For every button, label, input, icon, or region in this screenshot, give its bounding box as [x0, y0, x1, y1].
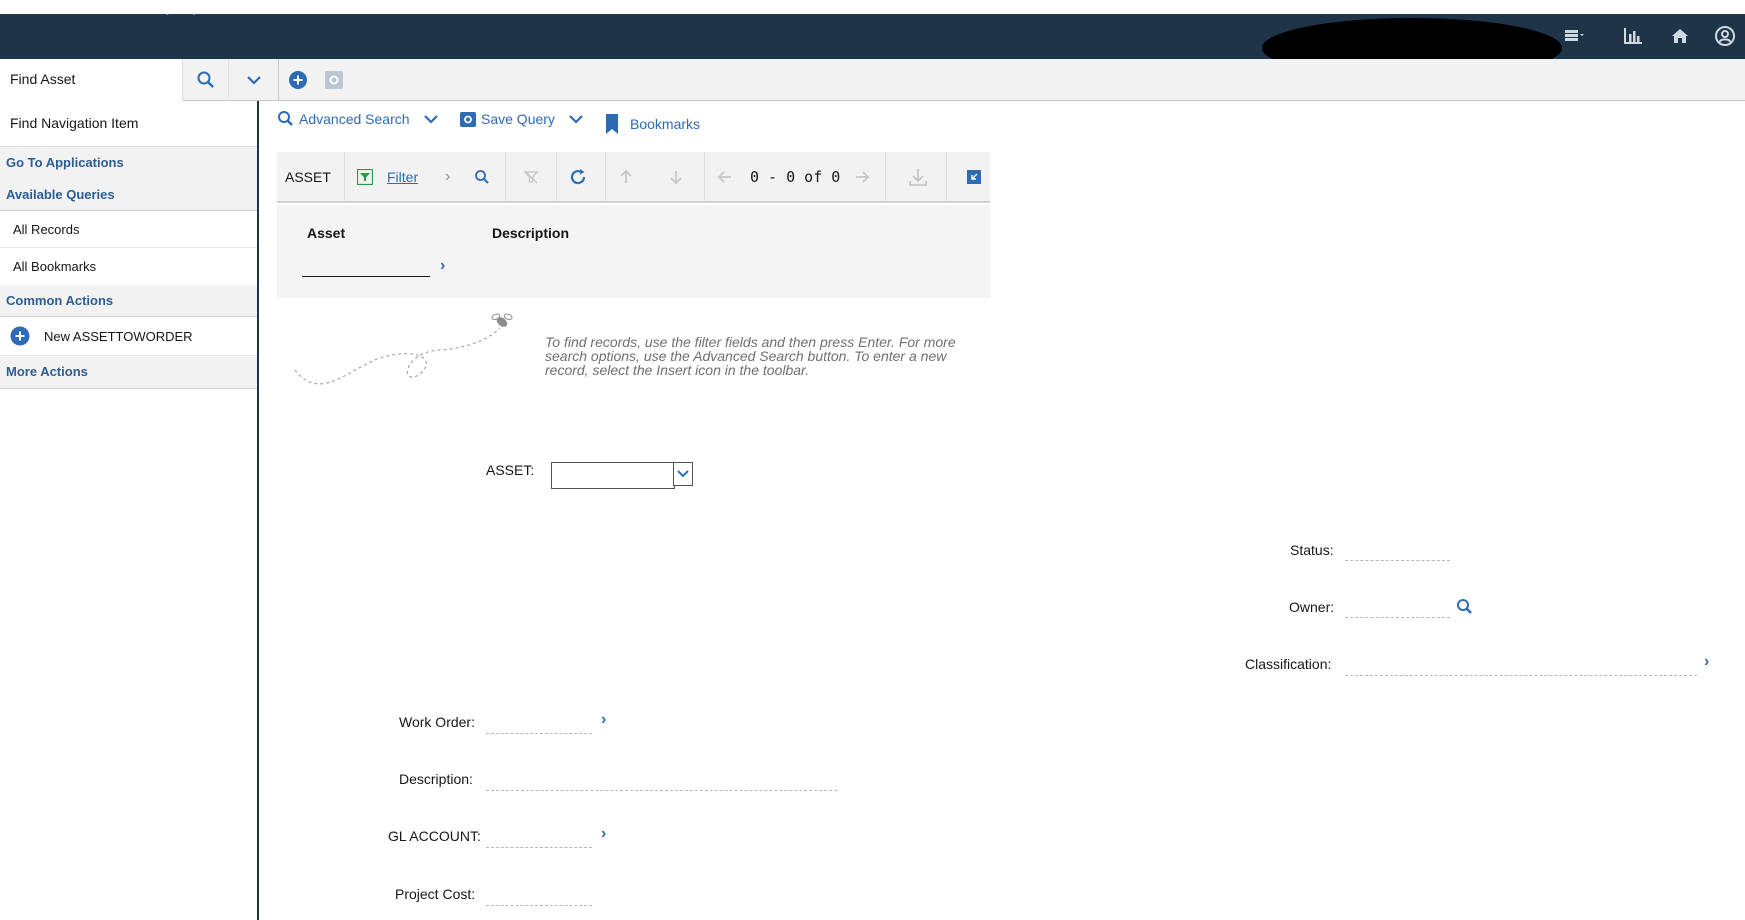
filter-search-button[interactable]	[474, 152, 490, 201]
asset-label: ASSET:	[486, 462, 535, 478]
user-profile-icon[interactable]	[1713, 24, 1737, 48]
work-order-field[interactable]	[486, 733, 592, 734]
add-circle-icon	[10, 326, 30, 346]
classification-field[interactable]	[1345, 675, 1697, 676]
arrow-right-icon	[856, 170, 870, 183]
status-field[interactable]	[1345, 560, 1450, 561]
classification-label: Classification:	[1245, 656, 1332, 672]
owner-search-icon[interactable]	[1456, 598, 1474, 616]
app-title: ASSET to WORKORDERS (new)	[5, 0, 198, 15]
advanced-search-label: Advanced Search	[299, 111, 410, 127]
work-order-chevron-icon[interactable]: ›	[601, 711, 606, 729]
column-header-asset[interactable]: Asset	[307, 225, 345, 241]
filter-toggle[interactable]: Filter	[357, 152, 418, 201]
description-field[interactable]	[486, 790, 837, 791]
refresh-button[interactable]	[568, 152, 588, 201]
download-button[interactable]	[908, 152, 928, 201]
download-icon	[909, 168, 927, 186]
next-page-button[interactable]	[854, 152, 870, 201]
save-disabled-icon	[325, 71, 343, 89]
insert-record-button[interactable]	[286, 59, 310, 101]
next-row-button[interactable]	[668, 152, 684, 201]
go-to-applications-heading[interactable]: Go To Applications	[0, 147, 257, 179]
chevron-down-icon	[247, 76, 261, 85]
chevron-down-icon[interactable]	[420, 111, 442, 127]
status-label: Status:	[1290, 542, 1334, 558]
save-query-link[interactable]: Save Query	[459, 110, 587, 128]
gl-account-field[interactable]	[486, 847, 592, 848]
description-label: Description:	[399, 771, 473, 787]
filter-expand-icon[interactable]: ›	[445, 152, 450, 201]
find-navigation-item-input[interactable]: Find Navigation Item	[0, 101, 257, 147]
home-icon[interactable]	[1668, 24, 1692, 48]
gl-account-label: GL ACCOUNT:	[388, 828, 481, 844]
bookmarks-label: Bookmarks	[630, 116, 701, 132]
asset-filter-chevron-icon[interactable]: ›	[440, 257, 445, 275]
arrow-up-icon	[620, 169, 632, 183]
all-records-item[interactable]: All Records	[0, 211, 257, 248]
empty-state-hint: To find records, use the filter fields a…	[545, 334, 956, 378]
advanced-search-link[interactable]: Advanced Search	[277, 110, 442, 128]
save-record-button[interactable]	[322, 59, 346, 101]
new-action-label: New ASSETTOWORDER	[44, 328, 193, 344]
new-assettoworder-action[interactable]: New ASSETTOWORDER	[0, 317, 257, 356]
chevron-down-icon[interactable]	[565, 111, 587, 127]
project-cost-label: Project Cost:	[395, 886, 476, 902]
column-header-description[interactable]: Description	[492, 225, 569, 241]
save-query-label: Save Query	[481, 111, 555, 127]
search-icon	[278, 111, 293, 126]
table-title: ASSET	[285, 168, 331, 185]
classification-chevron-icon[interactable]: ›	[1704, 653, 1709, 671]
clear-filter-button[interactable]	[523, 152, 539, 201]
previous-row-button[interactable]	[618, 152, 634, 201]
search-icon	[475, 169, 489, 184]
find-asset-search-button[interactable]	[183, 59, 229, 101]
table-header: Asset Description ›	[277, 205, 990, 298]
left-sidebar: Find Navigation Item Go To Applications …	[0, 101, 259, 920]
owner-label: Owner:	[1289, 599, 1335, 615]
bookmarks-link[interactable]: Bookmarks	[604, 113, 700, 135]
more-actions-heading[interactable]: More Actions	[0, 356, 257, 389]
collapse-icon	[967, 169, 981, 184]
bar-chart-icon[interactable]	[1621, 24, 1645, 48]
refresh-icon	[570, 168, 586, 184]
stacked-menu-icon[interactable]	[1562, 24, 1586, 48]
arrow-down-icon	[670, 170, 682, 184]
work-order-label: Work Order:	[399, 714, 475, 730]
secondary-toolbar: Find Asset	[0, 59, 1745, 101]
save-query-icon	[460, 112, 476, 127]
previous-page-button[interactable]	[717, 152, 733, 201]
bookmark-icon	[606, 114, 618, 134]
asset-dropdown-button[interactable]	[673, 462, 693, 486]
bee-trail-illustration	[294, 313, 513, 385]
search-icon	[197, 71, 214, 88]
project-cost-field[interactable]	[486, 905, 592, 906]
arrow-left-icon	[717, 170, 731, 183]
asset-input[interactable]	[551, 462, 675, 489]
clear-filter-icon	[523, 170, 539, 183]
add-circle-icon	[289, 71, 307, 89]
top-bar	[0, 14, 1745, 78]
owner-field[interactable]	[1345, 617, 1450, 618]
find-asset-input[interactable]: Find Asset	[0, 59, 183, 101]
all-bookmarks-item[interactable]: All Bookmarks	[0, 248, 257, 285]
asset-filter-input[interactable]	[302, 255, 430, 277]
chevron-down-icon	[677, 470, 689, 478]
gl-account-chevron-icon[interactable]: ›	[601, 825, 606, 843]
common-actions-heading[interactable]: Common Actions	[0, 285, 257, 317]
filter-icon	[357, 168, 373, 185]
filter-label: Filter	[387, 168, 419, 185]
find-asset-dropdown-button[interactable]	[230, 59, 279, 101]
collapse-table-button[interactable]	[967, 152, 981, 201]
available-queries-heading[interactable]: Available Queries	[0, 179, 257, 211]
pagination-text: 0 - 0 of 0	[750, 167, 841, 186]
table-toolbar: ASSET Filter › 0 - 0 of 0	[277, 152, 990, 203]
